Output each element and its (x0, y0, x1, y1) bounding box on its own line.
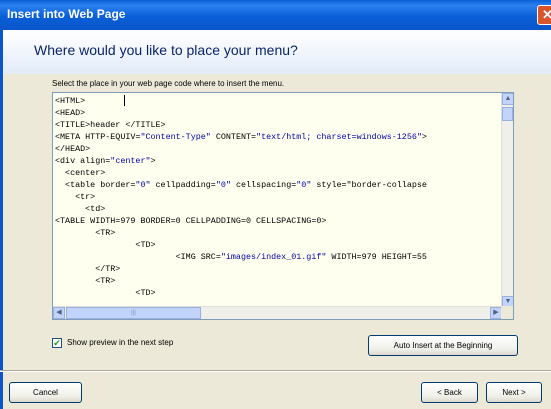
arrow-left-icon[interactable]: ◀ (53, 307, 65, 319)
code-line: </TR> (55, 264, 121, 274)
show-preview-checkbox[interactable]: ✔ (52, 338, 62, 348)
code-line: <IMG SRC="images/index_01.gif" WIDTH=979… (55, 252, 427, 262)
code-line: <td> (55, 204, 106, 214)
show-preview-label: Show preview in the next step (67, 338, 174, 347)
text-caret (124, 95, 125, 106)
code-line: <table border="0" cellpadding="0" cellsp… (55, 180, 427, 190)
arrow-up-icon[interactable]: ▲ (502, 93, 513, 105)
code-line: <div align="center"> (55, 156, 156, 166)
code-line: <META HTTP-EQUIV="Content-Type" CONTENT=… (55, 132, 427, 142)
code-line: </HEAD> (55, 144, 91, 154)
close-button[interactable]: ✕ (537, 5, 551, 25)
code-line: <tr> (55, 192, 96, 202)
code-line: <HTML> (55, 96, 86, 106)
window-title: Insert into Web Page (7, 7, 126, 21)
code-line: <center> (55, 168, 106, 178)
window-border (0, 30, 3, 409)
code-line: <TD> (55, 240, 156, 250)
instruction-text: Select the place in your web page code w… (52, 79, 285, 88)
code-line: <TR> (55, 228, 116, 238)
footer-divider-highlight (0, 371, 551, 372)
code-text-area[interactable]: <HTML> <HEAD> <TITLE>header </TITLE> <META … (53, 93, 502, 308)
horizontal-scrollbar[interactable]: ◀ ||| ▶ (53, 306, 502, 319)
code-line: <HEAD> (55, 108, 86, 118)
vertical-scrollbar[interactable]: ▲ ▼ (501, 93, 513, 308)
auto-insert-button[interactable]: Auto Insert at the Beginning (368, 335, 518, 356)
code-line: <TABLE WIDTH=979 BORDER=0 CELLPADDING=0 … (55, 216, 327, 226)
wizard-header: Where would you like to place your menu? (0, 30, 551, 74)
code-line: <TR> (55, 276, 116, 286)
scroll-corner (501, 306, 513, 319)
close-icon: ✕ (542, 7, 551, 22)
back-button[interactable]: < Back (421, 382, 478, 403)
next-button[interactable]: Next > (486, 382, 542, 403)
code-panel[interactable]: <HTML> <HEAD> <TITLE>header </TITLE> <META … (52, 92, 514, 320)
horizontal-scroll-thumb[interactable]: ||| (66, 307, 201, 319)
title-bar: Insert into Web Page (0, 0, 551, 30)
vertical-scroll-thumb[interactable] (502, 107, 513, 121)
cancel-button[interactable]: Cancel (9, 382, 82, 403)
code-line: <TD> (55, 288, 156, 298)
page-heading: Where would you like to place your menu? (34, 42, 298, 58)
code-line: <TITLE>header </TITLE> (55, 120, 166, 130)
